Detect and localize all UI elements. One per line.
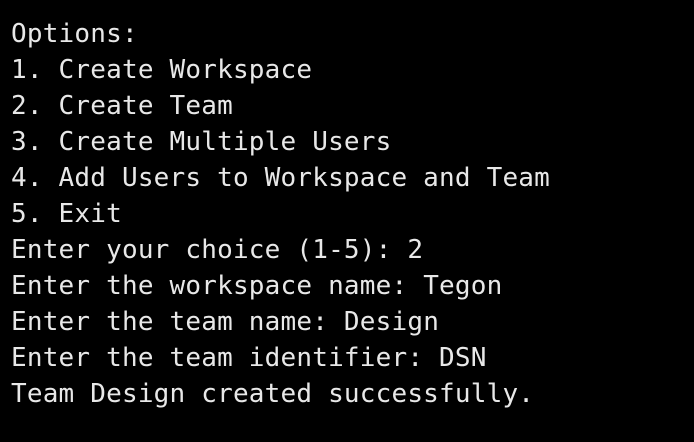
prompt-choice-label: Enter your choice (1-5): [11,235,408,265]
prompt-team-identifier-label: Enter the team identifier: [11,343,440,373]
prompt-choice: Enter your choice (1-5): 2 [11,232,694,268]
result-message: Team Design created successfully. [11,379,535,409]
prompt-team-name-label: Enter the team name: [11,307,344,337]
prompt-team-identifier: Enter the team identifier: DSN [11,340,694,376]
menu-item-create-team: 2. Create Team [11,91,233,121]
prompt-workspace-name: Enter the workspace name: Tegon [11,268,694,304]
menu-item-exit: 5. Exit [11,199,122,229]
menu-item-create-workspace: 1. Create Workspace [11,55,313,85]
options-header: Options: [11,19,138,49]
menu-item-create-multiple-users: 3. Create Multiple Users [11,127,392,157]
prompt-choice-value: 2 [407,235,424,265]
menu-item-add-users: 4. Add Users to Workspace and Team [11,163,551,193]
prompt-team-name: Enter the team name: Design [11,304,694,340]
prompt-team-name-value: Design [343,307,440,337]
prompt-workspace-name-label: Enter the workspace name: [11,271,424,301]
prompt-workspace-name-value: Tegon [423,271,503,301]
prompt-team-identifier-value: DSN [439,343,487,373]
terminal-window[interactable]: Options: 1. Create Workspace 2. Create T… [0,0,694,442]
